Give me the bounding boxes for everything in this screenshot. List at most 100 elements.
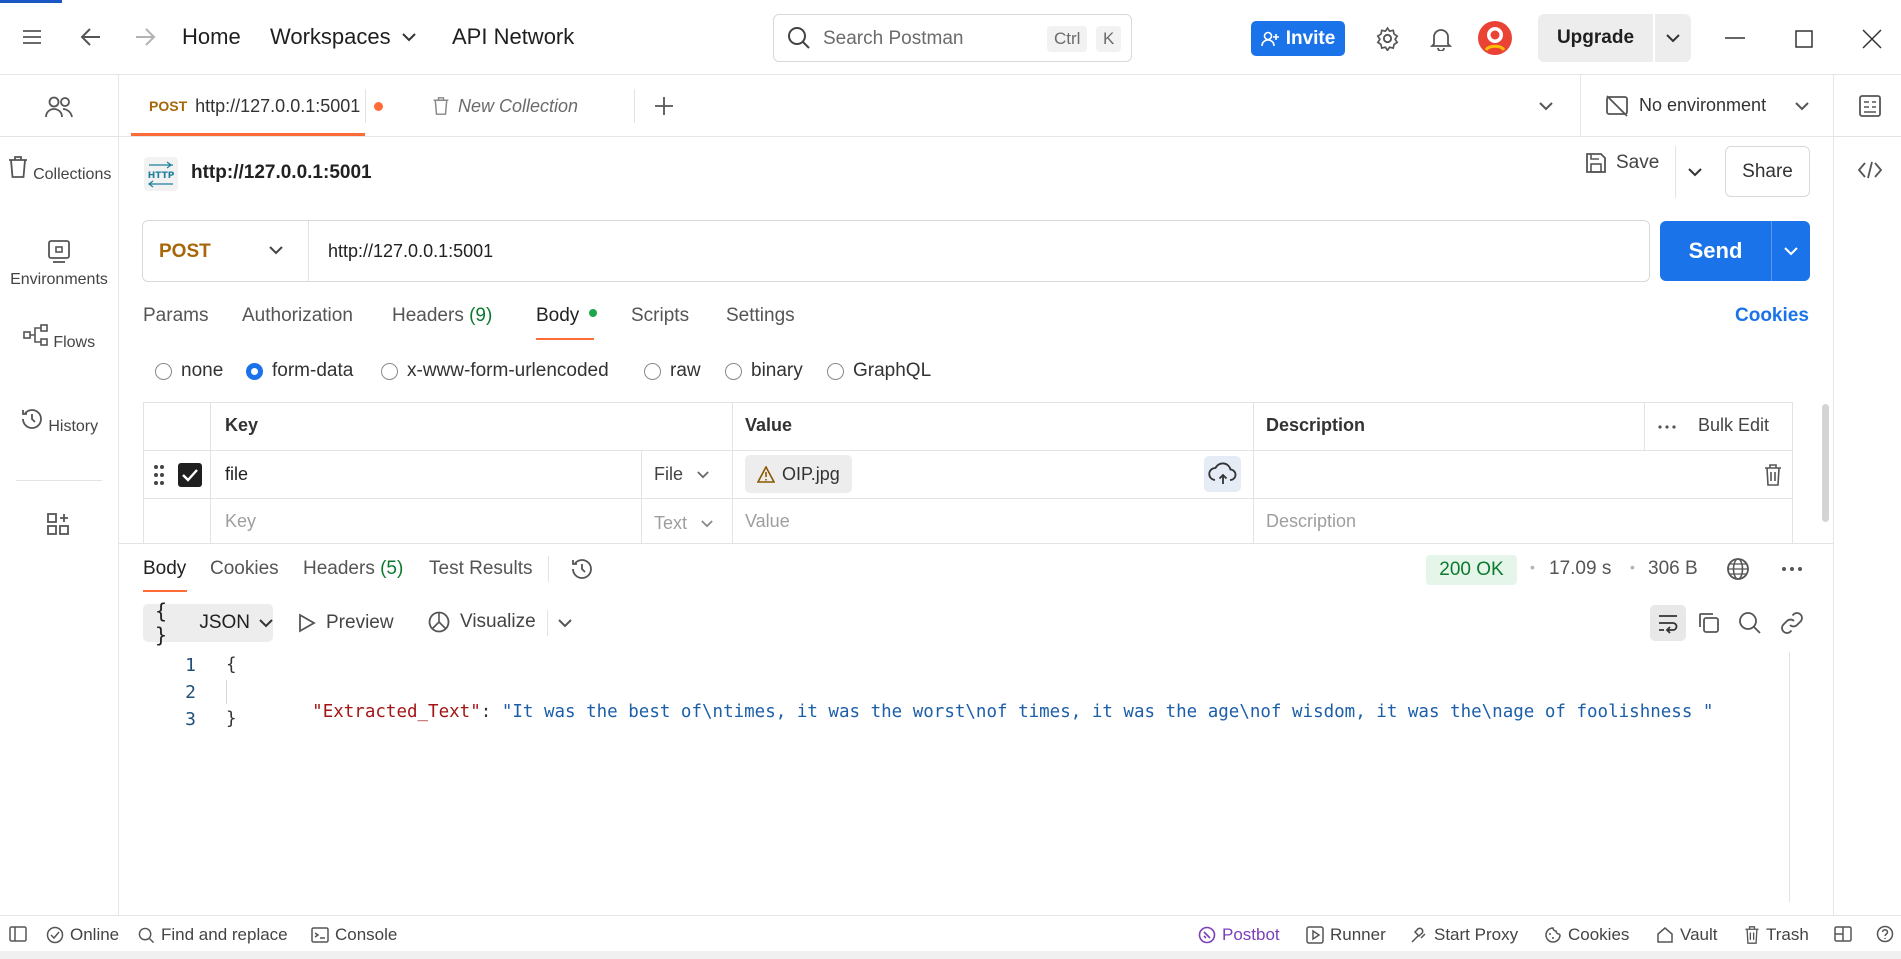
invite-button[interactable]: Invite <box>1251 21 1345 56</box>
environment-selector[interactable]: No environment <box>1580 75 1833 137</box>
request-name[interactable]: http://127.0.0.1:5001 <box>191 162 372 184</box>
bell-icon[interactable] <box>1430 26 1452 51</box>
postbot-button[interactable]: Postbot <box>1198 925 1280 945</box>
add-tab-icon[interactable] <box>654 96 674 116</box>
row-key[interactable]: file <box>225 464 248 485</box>
runner-button[interactable]: Runner <box>1306 925 1386 945</box>
tab-body[interactable]: Body <box>536 305 597 327</box>
delete-row-icon[interactable] <box>1764 464 1782 486</box>
method-select[interactable]: POST <box>143 221 309 281</box>
gear-icon[interactable] <box>1375 26 1400 51</box>
tab-authorization[interactable]: Authorization <box>242 305 353 327</box>
sidebar-item-history[interactable]: History <box>0 407 118 439</box>
minimize-icon[interactable] <box>1725 37 1745 39</box>
two-pane-view-icon[interactable] <box>1834 926 1852 942</box>
console-button[interactable]: Console <box>311 925 397 945</box>
back-arrow-icon[interactable] <box>80 27 102 47</box>
tab-headers[interactable]: Headers (9) <box>392 305 492 327</box>
chevron-down-icon[interactable] <box>402 33 416 42</box>
documentation-icon[interactable] <box>1859 94 1881 118</box>
radio-binary[interactable]: binary <box>725 360 803 382</box>
url-input[interactable]: http://127.0.0.1:5001 <box>328 241 493 262</box>
globe-icon[interactable] <box>1726 557 1750 581</box>
sidebar-item-flows[interactable]: Flows <box>0 323 118 355</box>
more-options-icon[interactable] <box>1782 567 1802 571</box>
new-type-select[interactable]: Text <box>654 513 713 534</box>
tab-new-collection[interactable]: New Collection <box>432 75 578 137</box>
chevron-down-icon[interactable] <box>1688 168 1702 177</box>
nav-api-network[interactable]: API Network <box>452 24 574 50</box>
maximize-icon[interactable] <box>1795 30 1813 48</box>
save-button[interactable]: Save <box>1585 152 1659 174</box>
configure-sidebar-icon[interactable] <box>46 512 70 536</box>
sidebar-item-environments[interactable]: Environments <box>0 239 118 289</box>
start-proxy-button[interactable]: Start Proxy <box>1410 925 1518 945</box>
tab-scripts[interactable]: Scripts <box>631 305 689 327</box>
team-icon[interactable] <box>44 95 74 119</box>
find-and-replace-button[interactable]: Find and replace <box>138 925 288 945</box>
radio-none[interactable]: none <box>155 360 223 382</box>
search-input[interactable]: Search Postman Ctrl K <box>773 14 1132 62</box>
response-body-viewer[interactable]: 1 2 3 { "Extracted_Text": "It was the be… <box>119 652 1790 914</box>
drag-handle-icon[interactable] <box>153 464 165 486</box>
code-snippet-icon[interactable] <box>1858 161 1882 179</box>
chevron-down-icon[interactable] <box>558 619 572 628</box>
json-line: "Extracted_Text": "It was the best of\nt… <box>270 682 1713 742</box>
close-icon[interactable] <box>1862 29 1882 49</box>
tab-params[interactable]: Params <box>143 305 208 327</box>
scrollbar-thumb[interactable] <box>1822 404 1829 522</box>
nav-home[interactable]: Home <box>182 24 241 50</box>
response-tab-test-results[interactable]: Test Results <box>429 558 532 580</box>
share-button[interactable]: Share <box>1725 146 1810 197</box>
tab-settings[interactable]: Settings <box>726 305 795 327</box>
sidebar-item-label: History <box>48 418 99 435</box>
preview-button[interactable]: Preview <box>298 612 394 634</box>
file-chip[interactable]: OIP.jpg <box>745 455 852 493</box>
forward-arrow-icon[interactable] <box>134 27 156 47</box>
format-select[interactable]: { } JSON <box>143 599 273 647</box>
tab-request[interactable]: POST http://127.0.0.1:5001 <box>149 75 384 137</box>
chevron-down-icon[interactable] <box>1784 247 1798 256</box>
visualize-button[interactable]: Visualize <box>427 610 536 634</box>
wrap-lines-button[interactable] <box>1650 605 1686 641</box>
row-checkbox[interactable] <box>178 463 202 487</box>
trash-button[interactable]: Trash <box>1744 925 1809 945</box>
upgrade-button[interactable]: Upgrade <box>1538 14 1653 62</box>
sidebar-item-collections[interactable]: Collections <box>0 155 118 187</box>
search-icon[interactable] <box>1738 611 1762 635</box>
status-badge[interactable]: 200 OK <box>1426 555 1517 585</box>
response-time[interactable]: 17.09 s <box>1549 558 1611 580</box>
row-type-label: File <box>654 464 684 484</box>
radio-graphql[interactable]: GraphQL <box>827 360 931 382</box>
new-value-input[interactable]: Value <box>745 511 790 532</box>
response-tab-cookies[interactable]: Cookies <box>210 558 279 580</box>
upgrade-menu-button[interactable] <box>1655 14 1691 62</box>
cookies-link[interactable]: Cookies <box>1735 305 1809 327</box>
link-icon[interactable] <box>1780 611 1804 635</box>
send-button[interactable]: Send <box>1660 221 1810 281</box>
new-key-input[interactable]: Key <box>225 511 256 532</box>
help-icon[interactable] <box>1876 925 1894 943</box>
bulk-edit-button[interactable]: Bulk Edit <box>1698 415 1769 436</box>
history-icon[interactable] <box>570 557 594 581</box>
radio-dot <box>381 362 398 380</box>
upload-cloud-button[interactable] <box>1204 456 1241 492</box>
cookies-button[interactable]: Cookies <box>1544 925 1629 945</box>
nav-workspaces[interactable]: Workspaces <box>270 24 391 50</box>
toggle-sidebar-icon[interactable] <box>9 926 27 942</box>
avatar-icon[interactable] <box>1477 20 1513 56</box>
online-status[interactable]: Online <box>46 925 119 945</box>
new-description-input[interactable]: Description <box>1266 511 1356 532</box>
row-type-select[interactable]: File <box>654 464 709 485</box>
more-options-icon[interactable] <box>1658 425 1676 429</box>
copy-icon[interactable] <box>1698 612 1720 634</box>
hamburger-menu-icon[interactable] <box>22 28 42 46</box>
response-tab-body[interactable]: Body <box>143 558 186 580</box>
response-tab-headers[interactable]: Headers (5) <box>303 558 403 580</box>
radio-form-data[interactable]: form-data <box>246 360 353 382</box>
radio-raw[interactable]: raw <box>644 360 701 382</box>
vault-button[interactable]: Vault <box>1656 925 1718 945</box>
response-size[interactable]: 306 B <box>1648 558 1698 580</box>
chevron-down-icon[interactable] <box>1539 102 1553 111</box>
radio-x-www-form-urlencoded[interactable]: x-www-form-urlencoded <box>381 360 609 382</box>
